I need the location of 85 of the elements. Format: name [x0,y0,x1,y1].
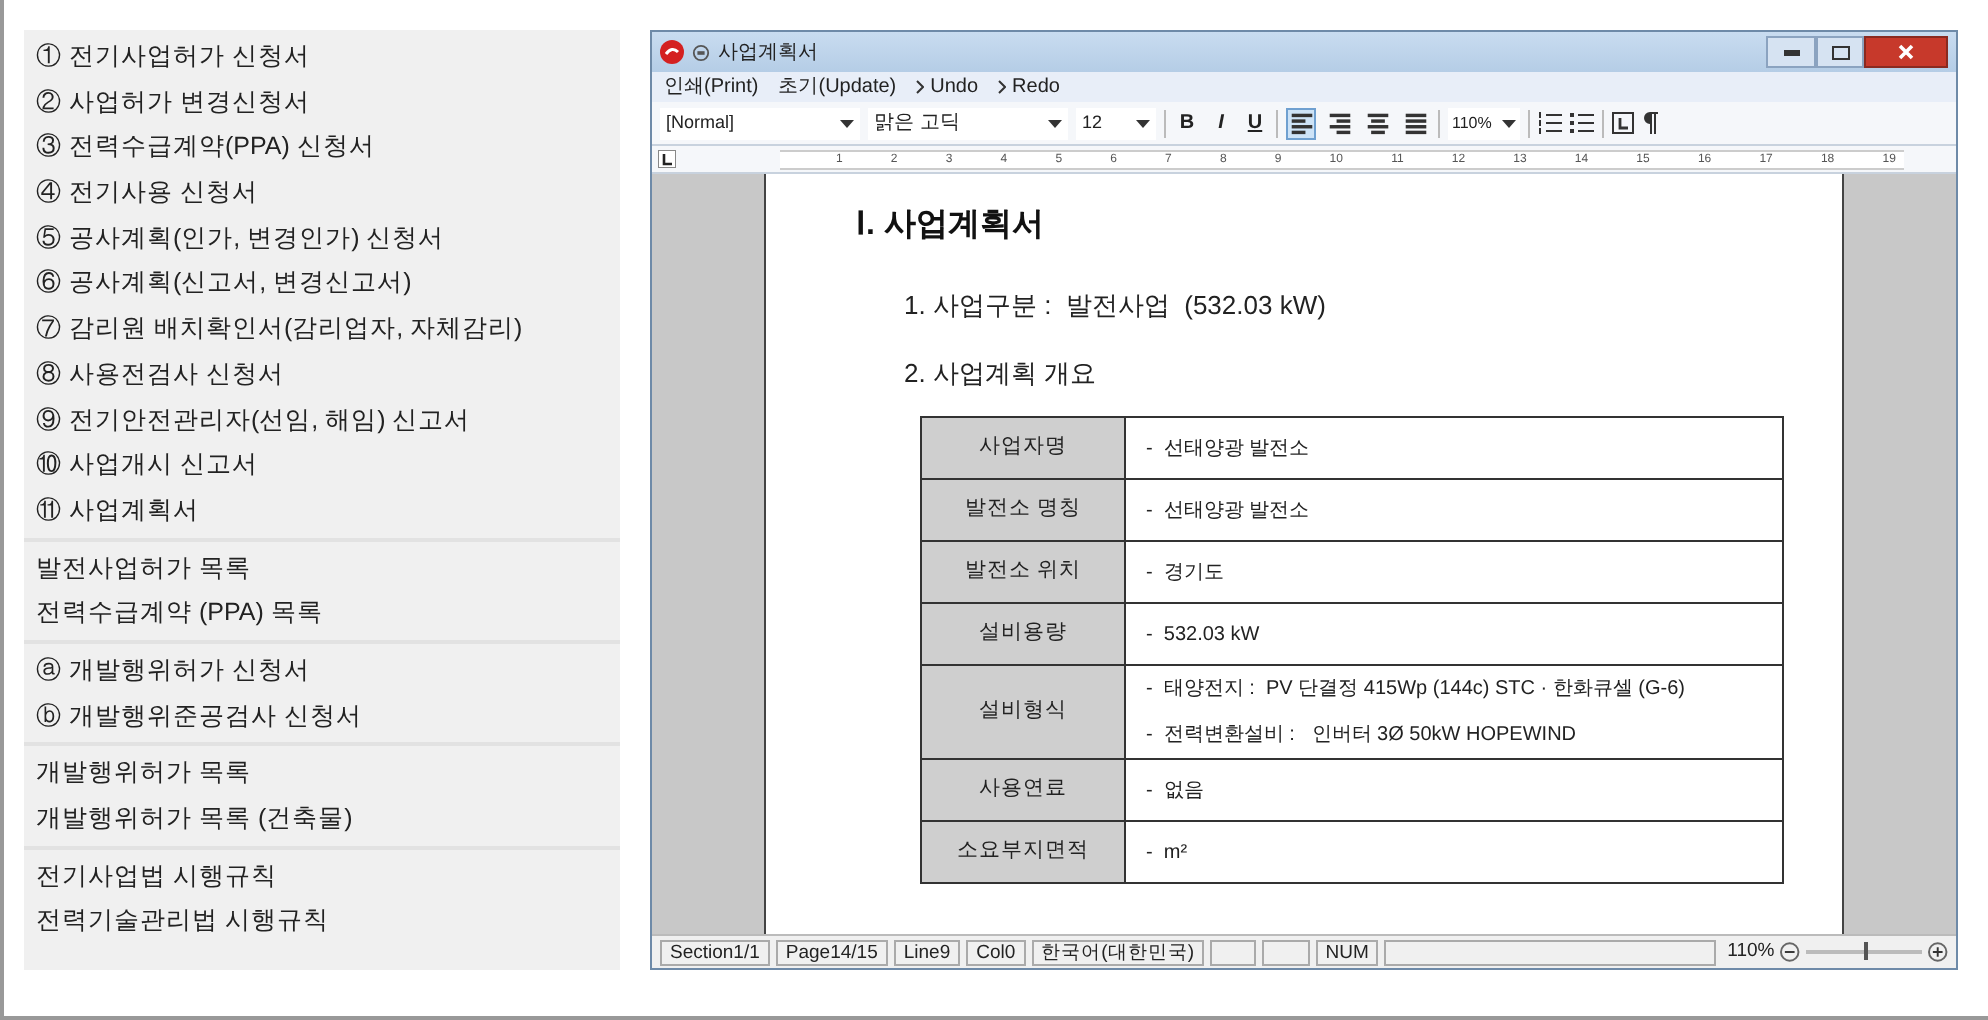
cell-text: - m² [1146,839,1190,867]
pilcrow-icon[interactable] [1642,112,1658,134]
tab-selector-icon[interactable] [658,150,676,168]
align-icon [1403,111,1427,135]
status-field: Col0 [966,939,1026,965]
bullet-list-icon[interactable] [1570,112,1594,134]
menu-item[interactable]: 발전사업허가 목록 [24,545,620,591]
caret-icon [1048,119,1062,127]
cell-text: - 없음 [1146,777,1206,805]
document-heading: Ⅰ. 사업계획서 [856,206,1046,246]
cell-text: - 전력변환설비 : 인버터 3Ø 50kW HOPEWIND [1146,722,1579,750]
menu-button[interactable]: Redo [998,72,1060,102]
status-field: 한국어(대한민국) [1031,939,1204,965]
chevron-icon [916,80,925,94]
menu-item[interactable]: ⓐ 개발행위허가 신청서 [24,647,620,694]
align-icon [1289,111,1313,135]
minimize-button[interactable] [1766,36,1816,68]
cell-text: - 선태양광 발전소 [1146,435,1312,463]
minimize-icon [1783,49,1799,55]
cell-text: - 선태양광 발전소 [1146,497,1312,525]
align-icon [1365,111,1389,135]
align-icon [1327,111,1351,135]
numbered-list-icon[interactable] [1538,112,1562,134]
menu-item[interactable]: ⑥ 공사계획(신고서, 변경신고서) [24,260,620,307]
table-header-cell: 발전소 위치 [921,541,1125,603]
table-header-cell: 사용연료 [921,759,1125,821]
menu-button[interactable]: Undo [916,72,979,102]
maximize-button[interactable] [1816,36,1864,68]
menu-item[interactable]: 전력수급계약 (PPA) 목록 [24,590,620,636]
document-icon [692,43,710,61]
menu-item[interactable]: ④ 전기사용 신청서 [24,170,620,216]
status-field: Page14/15 [775,939,888,965]
zoom-in-icon[interactable] [1928,942,1948,962]
tab-stop-icon[interactable] [1612,112,1634,134]
section-title: 2. 사업계획 개요 [904,355,1099,391]
menu-item[interactable]: 전기사업법 시행규칙 [24,853,620,899]
section-title: 1. 사업구분 : 발전사업 (532.03 kW) [904,288,1328,324]
close-button[interactable] [1864,36,1948,68]
cell-text: - 532.03 kW [1146,621,1262,649]
format-button[interactable]: I [1208,107,1234,139]
menu-item[interactable]: 개발행위허가 목록 (건축물) [24,796,620,842]
table-header-cell: 사업자명 [921,417,1125,479]
menu-item[interactable]: ⑧ 사용전검사 신청서 [24,351,620,397]
status-field [1210,939,1257,965]
maximize-icon [1831,45,1849,59]
menu-item[interactable]: ⑪ 사업계획서 [24,487,620,534]
status-field: Line9 [893,939,961,965]
zoom-dropdown[interactable]: 110% [1448,107,1520,139]
menu-item[interactable]: ② 사업허가 변경신청서 [24,79,620,125]
status-field: NUM [1315,939,1379,965]
caret-icon [1136,119,1150,127]
slider-thumb[interactable] [1863,942,1868,960]
caret-icon [1502,119,1516,127]
menu-item[interactable]: 전력기술관리법 시행규칙 [24,898,620,945]
status-field [1262,939,1310,965]
menu-item[interactable]: ⑤ 공사계획(인가, 변경인가) 신청서 [24,215,620,261]
format-button[interactable]: B [1174,107,1200,139]
font-size-dropdown[interactable]: 12 [1076,107,1156,139]
menu-item[interactable]: ① 전기사업허가 신청서 [24,34,620,80]
caret-icon [840,119,854,127]
table-header-cell: 설비용량 [921,603,1125,665]
table-header-cell: 발전소 명칭 [921,479,1125,541]
table-header-cell: 소요부지면적 [921,821,1125,883]
font-dropdown[interactable]: 맑은 고딕 [868,107,1068,139]
close-icon [1898,44,1914,60]
menu-item[interactable]: ⑩ 사업개시 신고서 [24,442,620,488]
menu-button[interactable]: 인쇄(Print) [664,72,759,102]
chevron-icon [998,80,1007,94]
window-title: 사업계획서 [718,39,818,67]
cell-text: - 태양전지 : PV 단결정 415Wp (144c) STC · 한화큐셀 (G-6) [1146,676,1687,704]
cell-text: - 경기도 [1146,559,1226,587]
menu-item[interactable]: ③ 전력수급계약(PPA) 신청서 [24,124,620,171]
format-button[interactable]: U [1242,107,1268,139]
zoom-out-icon[interactable] [1780,942,1800,962]
menu-button[interactable]: 초기(Update) [778,72,897,102]
zoom-level: 110% [1727,937,1775,966]
menu-item[interactable]: ⑦ 감리원 배치확인서(감리업자, 자체감리) [24,306,620,352]
menu-item[interactable]: 개발행위허가 목록 [24,750,620,796]
menu-item[interactable]: ⓑ 개발행위준공검사 신청서 [24,693,620,739]
table-header-cell: 설비형식 [921,665,1125,759]
style-dropdown[interactable]: [Normal] [660,107,860,139]
align-button[interactable] [1286,107,1316,139]
menu-item[interactable]: ⑨ 전기안전관리자(선임, 해임) 신고서 [24,397,620,443]
status-field: Section1/1 [660,939,770,965]
app-logo-icon [660,40,684,64]
